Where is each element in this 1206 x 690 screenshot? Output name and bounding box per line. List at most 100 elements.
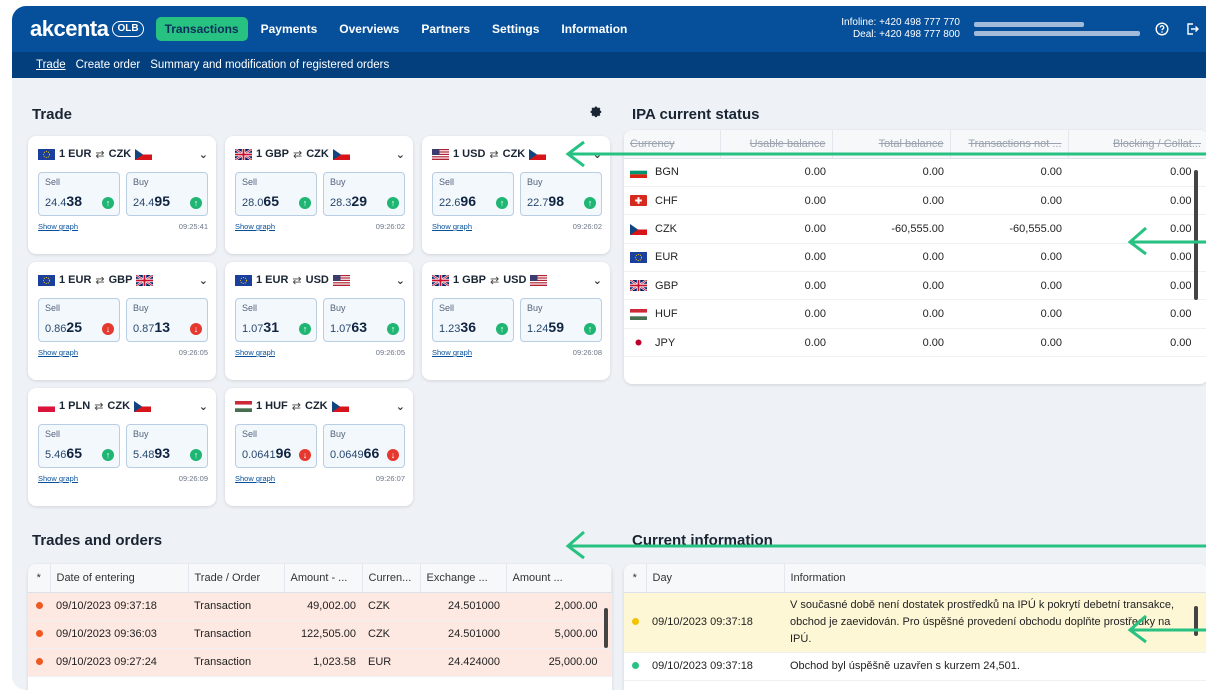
pair-to: CZK bbox=[306, 148, 329, 160]
help-circle-icon[interactable] bbox=[1154, 21, 1170, 37]
ipa-row[interactable]: CZK 0.00 -60,555.00 -60,555.00 0.00 bbox=[624, 214, 1206, 244]
chevron-down-icon[interactable]: ⌄ bbox=[199, 274, 208, 287]
trade-row[interactable]: 09/10/2023 09:27:24 Transaction 1,023.58… bbox=[28, 648, 612, 677]
chevron-down-icon[interactable]: ⌄ bbox=[396, 274, 405, 287]
ipa-row[interactable]: EUR 0.00 0.00 0.00 0.00 bbox=[624, 243, 1206, 273]
ipa-row[interactable]: JPY 0.00 0.00 0.00 0.00 bbox=[624, 328, 1206, 358]
buy-quote-button[interactable]: Buy 28.329 ↑ bbox=[323, 172, 405, 216]
sell-quote-button[interactable]: Sell 28.065 ↑ bbox=[235, 172, 317, 216]
pair-selector[interactable]: 1 GBP ⇄ CZK ⌄ bbox=[234, 146, 405, 162]
chevron-down-icon[interactable]: ⌄ bbox=[593, 274, 602, 287]
chevron-down-icon[interactable]: ⌄ bbox=[396, 400, 405, 413]
nav-payments[interactable]: Payments bbox=[252, 17, 327, 41]
col-status[interactable]: * bbox=[28, 564, 51, 593]
show-graph-link[interactable]: Show graph bbox=[432, 222, 472, 231]
pair-selector[interactable]: 1 EUR ⇄ USD ⌄ bbox=[235, 272, 405, 288]
col-trade-order[interactable]: Trade / Order bbox=[188, 564, 285, 593]
chevron-down-icon[interactable]: ⌄ bbox=[199, 148, 208, 161]
buy-quote-button[interactable]: Buy 22.798 ↑ bbox=[520, 172, 602, 216]
pair-from: 1 HUF bbox=[256, 400, 288, 412]
show-graph-link[interactable]: Show graph bbox=[235, 474, 275, 483]
subnav-summary-orders[interactable]: Summary and modification of registered o… bbox=[150, 59, 389, 71]
buy-quote-button[interactable]: Buy 0.064966 ↓ bbox=[323, 424, 405, 468]
col-information[interactable]: Information bbox=[784, 564, 1206, 593]
trend-up-icon: ↑ bbox=[584, 323, 596, 335]
ipa-row[interactable]: GBP 0.00 0.00 0.00 0.00 bbox=[624, 271, 1206, 301]
currency-pair-card: 1 PLN ⇄ CZK ⌄ Sell 5.4665 ↑ Buy 5.4893 ↑… bbox=[28, 388, 216, 506]
akcenta-logo[interactable]: akcenta OLB bbox=[30, 16, 144, 42]
subnav-trade[interactable]: Trade bbox=[36, 59, 66, 71]
chevron-down-icon[interactable]: ⌄ bbox=[199, 400, 208, 413]
sell-quote-button[interactable]: Sell 0.064196 ↓ bbox=[235, 424, 317, 468]
sell-quote-button[interactable]: Sell 5.4665 ↑ bbox=[38, 424, 120, 468]
flag-eu-icon bbox=[38, 274, 55, 286]
info-row[interactable]: 09/10/2023 09:37:18 Obchod byl úspěšně u… bbox=[624, 652, 1206, 681]
buy-label: Buy bbox=[527, 303, 543, 313]
trades-scrollbar[interactable] bbox=[604, 608, 608, 648]
trend-up-icon: ↑ bbox=[387, 323, 399, 335]
flag-hu-icon bbox=[630, 308, 647, 320]
show-graph-link[interactable]: Show graph bbox=[432, 348, 472, 357]
show-graph-link[interactable]: Show graph bbox=[235, 348, 275, 357]
show-graph-link[interactable]: Show graph bbox=[235, 222, 275, 231]
sell-quote-button[interactable]: Sell 22.696 ↑ bbox=[432, 172, 514, 216]
buy-label: Buy bbox=[330, 177, 346, 187]
currency-cell: HUF bbox=[624, 299, 720, 329]
col-day[interactable]: Day bbox=[646, 564, 785, 593]
show-graph-link[interactable]: Show graph bbox=[38, 222, 78, 231]
pair-selector[interactable]: 1 HUF ⇄ CZK ⌄ bbox=[235, 398, 405, 414]
quote-row: Sell 0.8625 ↓ Buy 0.8713 ↓ bbox=[38, 298, 208, 342]
pair-selector[interactable]: 1 PLN ⇄ CZK ⌄ bbox=[37, 398, 208, 414]
quote-time: 09:26:07 bbox=[375, 474, 405, 483]
swap-icon: ⇄ bbox=[489, 148, 499, 161]
buy-quote-button[interactable]: Buy 24.495 ↑ bbox=[126, 172, 208, 216]
trade-row[interactable]: 09/10/2023 09:37:18 Transaction 49,002.0… bbox=[28, 592, 612, 621]
trend-down-icon: ↓ bbox=[299, 449, 311, 461]
subnav-create-order[interactable]: Create order bbox=[76, 59, 141, 71]
pair-selector[interactable]: 1 EUR ⇄ GBP ⌄ bbox=[38, 272, 208, 288]
col-exchange-rate[interactable]: Exchange ... bbox=[420, 564, 507, 593]
nav-settings[interactable]: Settings bbox=[483, 17, 548, 41]
sell-quote-button[interactable]: Sell 24.438 ↑ bbox=[38, 172, 120, 216]
logout-icon[interactable] bbox=[1184, 21, 1200, 37]
quote-time: 09:26:05 bbox=[178, 348, 208, 357]
pair-to: GBP bbox=[108, 274, 133, 286]
usable-balance-cell: 0.00 bbox=[720, 214, 832, 244]
ipa-row[interactable]: HUF 0.00 0.00 0.00 0.00 bbox=[624, 299, 1206, 329]
swap-icon: ⇄ bbox=[95, 274, 105, 287]
pair-selector[interactable]: 1 EUR ⇄ CZK ⌄ bbox=[38, 146, 208, 162]
gear-icon[interactable] bbox=[590, 106, 603, 122]
trade-row[interactable]: 09/10/2023 09:36:03 Transaction 122,505.… bbox=[28, 620, 612, 649]
pair-from: 1 GBP bbox=[453, 274, 487, 286]
buy-quote-button[interactable]: Buy 1.0763 ↑ bbox=[323, 298, 405, 342]
nav-overviews[interactable]: Overviews bbox=[330, 17, 408, 41]
info-row[interactable]: 09/10/2023 09:37:18 V současné době není… bbox=[624, 592, 1206, 653]
currency-pair-card: 1 HUF ⇄ CZK ⌄ Sell 0.064196 ↓ Buy 0.0649… bbox=[225, 388, 413, 506]
col-amount[interactable]: Amount - ... bbox=[284, 564, 363, 593]
ipa-row[interactable]: CHF 0.00 0.00 0.00 0.00 bbox=[624, 186, 1206, 216]
sell-quote-button[interactable]: Sell 1.0731 ↑ bbox=[235, 298, 317, 342]
sell-quote-button[interactable]: Sell 1.2336 ↑ bbox=[432, 298, 514, 342]
col-amount-2[interactable]: Amount ... bbox=[506, 564, 612, 593]
quote-time: 09:26:05 bbox=[375, 348, 405, 357]
usable-balance-cell: 0.00 bbox=[720, 328, 832, 358]
card-footer: Show graph 09:26:05 bbox=[235, 348, 405, 357]
col-status[interactable]: * bbox=[624, 564, 647, 593]
chevron-down-icon[interactable]: ⌄ bbox=[396, 148, 405, 161]
col-currency[interactable]: Curren... bbox=[362, 564, 421, 593]
buy-quote-button[interactable]: Buy 5.4893 ↑ bbox=[126, 424, 208, 468]
annotation-arrow-icon bbox=[565, 530, 1206, 560]
pair-selector[interactable]: 1 GBP ⇄ USD ⌄ bbox=[431, 272, 602, 288]
show-graph-link[interactable]: Show graph bbox=[38, 474, 78, 483]
nav-transactions[interactable]: Transactions bbox=[155, 17, 248, 41]
card-footer: Show graph 09:26:02 bbox=[432, 222, 602, 231]
sell-quote-button[interactable]: Sell 0.8625 ↓ bbox=[38, 298, 120, 342]
col-date-of-entering[interactable]: Date of entering bbox=[50, 564, 189, 593]
rate-cell: 24.501000 bbox=[420, 620, 506, 649]
buy-quote-button[interactable]: Buy 1.2459 ↑ bbox=[520, 298, 602, 342]
buy-quote-button[interactable]: Buy 0.8713 ↓ bbox=[126, 298, 208, 342]
nav-partners[interactable]: Partners bbox=[412, 17, 479, 41]
amount-cell: 49,002.00 bbox=[284, 592, 362, 621]
nav-information[interactable]: Information bbox=[552, 17, 636, 41]
show-graph-link[interactable]: Show graph bbox=[38, 348, 78, 357]
